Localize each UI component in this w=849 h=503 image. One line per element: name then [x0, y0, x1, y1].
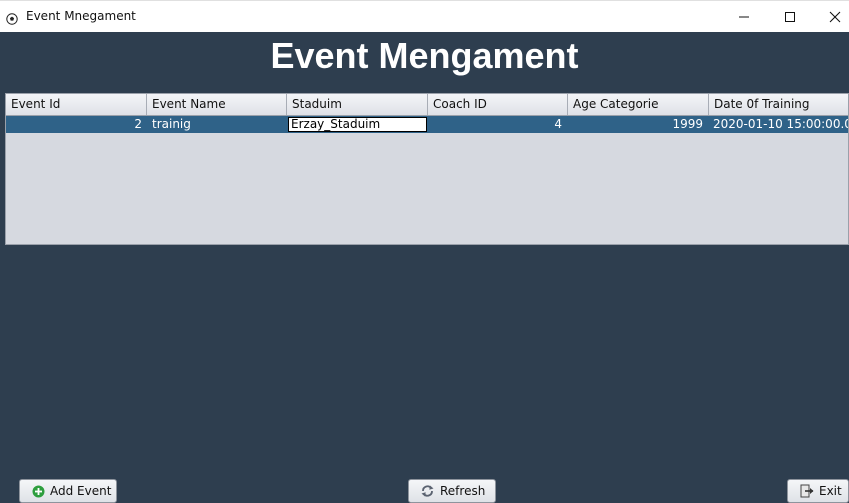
- maximize-button[interactable]: [767, 1, 813, 32]
- cell-age-category[interactable]: 1999: [567, 116, 708, 133]
- cell-stadium-editor[interactable]: Erzay_Staduim: [288, 117, 427, 132]
- table-row[interactable]: 2 trainig Erzay_Staduim 4 1999 2020-01-1…: [6, 116, 848, 133]
- cell-event-name[interactable]: trainig: [147, 116, 287, 133]
- exit-button[interactable]: Exit: [787, 479, 849, 503]
- column-header-coach-id[interactable]: Coach ID: [428, 94, 568, 115]
- add-event-label: Add Event: [50, 484, 112, 498]
- page-title: Event Mengament: [270, 35, 579, 76]
- soccer-ball-icon: [6, 10, 18, 25]
- refresh-label: Refresh: [440, 484, 486, 498]
- cell-coach-id[interactable]: 4: [427, 116, 567, 133]
- column-header-event-name[interactable]: Event Name: [147, 94, 287, 115]
- exit-icon: [800, 484, 814, 498]
- minimize-icon: [738, 11, 750, 23]
- events-table[interactable]: Event Id Event Name Staduim Coach ID Age…: [5, 93, 849, 245]
- close-button[interactable]: [812, 1, 849, 32]
- plus-circle-icon: [32, 485, 45, 498]
- maximize-icon: [784, 11, 796, 23]
- cell-event-id[interactable]: 2: [6, 116, 147, 133]
- column-header-date-of-training[interactable]: Date 0f Training: [709, 94, 848, 115]
- title-bar: Event Mnegament: [0, 0, 849, 32]
- table-header: Event Id Event Name Staduim Coach ID Age…: [6, 94, 848, 116]
- refresh-button[interactable]: Refresh: [408, 479, 496, 503]
- column-header-event-id[interactable]: Event Id: [6, 94, 147, 115]
- column-header-age-category[interactable]: Age Categorie: [568, 94, 709, 115]
- close-icon: [829, 11, 841, 23]
- exit-label: Exit: [819, 484, 842, 498]
- window-title: Event Mnegament: [26, 9, 136, 23]
- cell-date-of-training[interactable]: 2020-01-10 15:00:00.0: [708, 116, 848, 133]
- add-event-button[interactable]: Add Event: [19, 479, 117, 503]
- column-header-stadium[interactable]: Staduim: [287, 94, 428, 115]
- minimize-button[interactable]: [721, 1, 767, 32]
- refresh-icon: [420, 484, 435, 498]
